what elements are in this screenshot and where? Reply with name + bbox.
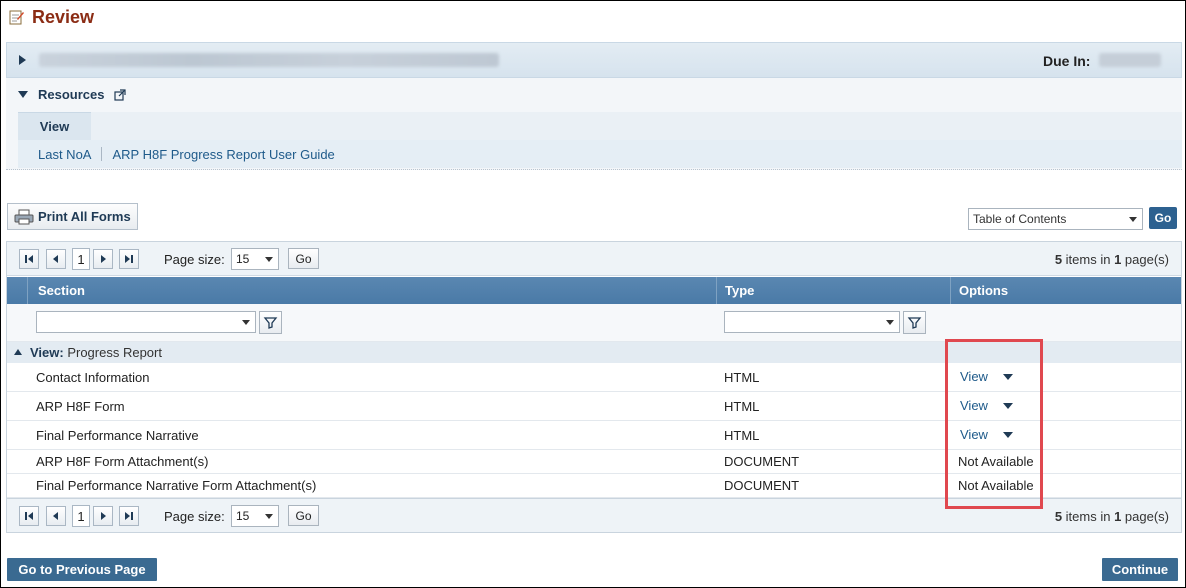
resources-header[interactable]: Resources (18, 87, 127, 102)
group-name: Progress Report (63, 345, 162, 360)
print-all-forms-button[interactable]: Print All Forms (7, 203, 138, 230)
toc-selected-value: Table of Contents (973, 212, 1067, 226)
resources-links: Last NoA ARP H8F Progress Report User Gu… (18, 140, 1182, 168)
printer-icon (14, 209, 34, 224)
column-section[interactable]: Section (38, 283, 85, 298)
page-size-label: Page size: (164, 509, 225, 524)
type-filter-button[interactable] (903, 311, 926, 334)
next-page-button[interactable] (93, 506, 113, 526)
chevron-down-icon (242, 320, 250, 325)
redacted-grant-info (39, 53, 499, 67)
page-size-go-button[interactable]: Go (288, 248, 319, 269)
link-separator (101, 147, 103, 161)
header-divider (716, 277, 717, 304)
items-count: 5 (1054, 252, 1063, 267)
last-page-icon (125, 512, 133, 520)
filter-icon (907, 317, 922, 329)
section-filter-button[interactable] (259, 311, 282, 334)
continue-button[interactable]: Continue (1102, 558, 1178, 581)
filter-icon (263, 317, 278, 329)
pager-top: 1 Page size: 15 Go 5 items in 1 page(s) (7, 242, 1181, 276)
section-cell: ARP H8F Form Attachment(s) (36, 454, 209, 469)
prev-page-icon (53, 255, 58, 263)
type-cell: DOCUMENT (724, 478, 800, 493)
section-cell: ARP H8F Form (36, 399, 125, 414)
last-page-icon (125, 255, 133, 263)
chevron-down-icon (1129, 217, 1137, 222)
prev-page-button[interactable] (46, 249, 66, 269)
current-page-number[interactable]: 1 (72, 248, 90, 270)
last-page-button[interactable] (119, 506, 139, 526)
pages-text: page(s) (1121, 252, 1169, 267)
first-page-icon (25, 512, 33, 520)
items-text: items in (1062, 509, 1115, 524)
type-cell: HTML (724, 370, 760, 385)
first-page-button[interactable] (19, 249, 39, 269)
previous-page-button[interactable]: Go to Previous Page (7, 558, 157, 581)
print-all-forms-label: Print All Forms (38, 209, 131, 224)
page-size-select[interactable]: 15 (231, 248, 279, 270)
page-size-value: 15 (236, 252, 250, 266)
items-count: 5 (1054, 509, 1063, 524)
section-cell: Final Performance Narrative (36, 428, 199, 443)
group-prefix: View: (30, 345, 64, 360)
next-page-button[interactable] (93, 249, 113, 269)
grant-info-bar[interactable]: Due In: (6, 42, 1182, 78)
page-size-value: 15 (236, 509, 250, 523)
chevron-down-icon (886, 320, 894, 325)
collapse-group-icon[interactable] (14, 349, 22, 355)
header-divider (950, 277, 951, 304)
table-of-contents-select[interactable]: Table of Contents (968, 208, 1143, 230)
options-highlight-box (945, 339, 1043, 509)
first-page-button[interactable] (19, 506, 39, 526)
items-info: 5 items in 1 page(s) (1055, 509, 1169, 524)
review-icon (9, 10, 24, 25)
last-page-button[interactable] (119, 249, 139, 269)
redacted-due-value (1099, 53, 1161, 67)
page-title: Review (32, 6, 95, 27)
header-divider (27, 277, 28, 304)
grid-header: Section Type Options (7, 277, 1181, 304)
resources-panel: Resources View Last NoA ARP H8F Progress… (6, 78, 1182, 170)
toc-go-button[interactable]: Go (1149, 207, 1177, 229)
collapse-arrow-icon[interactable] (18, 91, 28, 98)
next-page-icon (101, 512, 106, 520)
first-page-icon (25, 255, 33, 263)
resources-tabstrip: View (18, 112, 1182, 140)
type-cell: HTML (724, 428, 760, 443)
prev-page-icon (53, 512, 58, 520)
section-cell: Final Performance Narrative Form Attachm… (36, 478, 317, 493)
section-filter-select[interactable] (36, 311, 256, 333)
resources-label: Resources (38, 87, 105, 102)
items-text: items in (1062, 252, 1115, 267)
type-cell: DOCUMENT (724, 454, 800, 469)
section-cell: Contact Information (36, 370, 150, 385)
next-page-icon (101, 255, 106, 263)
pages-text: page(s) (1121, 509, 1169, 524)
chevron-down-icon (265, 514, 273, 519)
page-header: Review (8, 5, 94, 29)
prev-page-button[interactable] (46, 506, 66, 526)
link-last-noa[interactable]: Last NoA (38, 147, 91, 162)
filter-row (7, 304, 1181, 342)
tab-view[interactable]: View (18, 112, 91, 140)
expand-arrow-icon[interactable] (19, 55, 26, 65)
external-link-icon[interactable] (114, 88, 127, 101)
items-info: 5 items in 1 page(s) (1055, 252, 1169, 267)
column-options: Options (959, 283, 1009, 298)
link-user-guide[interactable]: ARP H8F Progress Report User Guide (112, 147, 334, 162)
current-page-number[interactable]: 1 (72, 505, 90, 527)
due-in-label: Due In: (1043, 53, 1091, 69)
page-size-go-button[interactable]: Go (288, 505, 319, 526)
page-size-label: Page size: (164, 252, 225, 267)
page-size-select[interactable]: 15 (231, 505, 279, 527)
column-type[interactable]: Type (725, 283, 754, 298)
chevron-down-icon (265, 257, 273, 262)
type-filter-select[interactable] (724, 311, 900, 333)
type-cell: HTML (724, 399, 760, 414)
group-label: View: Progress Report (30, 345, 162, 360)
